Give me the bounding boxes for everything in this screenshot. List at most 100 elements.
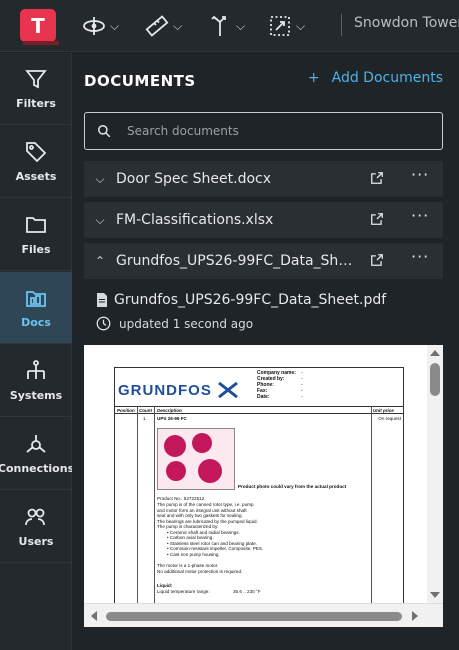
transform-icon bbox=[211, 15, 226, 36]
pump-photo bbox=[157, 428, 235, 490]
attached-file[interactable]: Grundfos_UPS26-99FC_Data_Sheet.pdf bbox=[96, 292, 386, 308]
more-options-icon[interactable]: ··· bbox=[411, 206, 429, 225]
sidebar-item-assets[interactable]: Assets bbox=[0, 126, 72, 198]
project-name[interactable]: Snowdon Towers bbox=[354, 15, 459, 31]
feature-bullet: Stainless steel rotor can and bearing pl… bbox=[169, 540, 257, 546]
header-count: Count bbox=[139, 408, 152, 413]
plus-icon: + bbox=[307, 70, 320, 86]
document-row[interactable]: ⌵ FM-Classifications.xlsx ··· bbox=[84, 202, 443, 238]
header-description: Description bbox=[157, 408, 182, 413]
updated-status: updated 1 second ago bbox=[96, 316, 253, 331]
clock-icon bbox=[96, 316, 111, 331]
chevron-down-icon[interactable]: ⌵ bbox=[86, 172, 114, 187]
document-row-expanded[interactable]: ⌃ Grundfos_UPS26-99FC_Data_Sheet.pdf ··· bbox=[84, 243, 443, 279]
scroll-up-icon[interactable] bbox=[427, 347, 443, 359]
open-external-icon[interactable] bbox=[370, 253, 384, 267]
add-documents-label: Add Documents bbox=[331, 70, 443, 86]
table-divider bbox=[371, 406, 372, 627]
sidebar-item-label: Systems bbox=[9, 389, 63, 402]
sidebar: Filters Assets Files Docs Systems Connec… bbox=[0, 53, 75, 650]
toolbar-divider bbox=[341, 14, 342, 36]
document-row[interactable]: ⌵ Door Spec Sheet.docx ··· bbox=[84, 161, 443, 197]
scroll-right-icon[interactable] bbox=[409, 608, 421, 624]
search-icon bbox=[98, 125, 111, 138]
sidebar-item-filters[interactable]: Filters bbox=[0, 53, 72, 125]
sidebar-item-users[interactable]: Users bbox=[0, 491, 72, 563]
add-documents-button[interactable]: + Add Documents bbox=[308, 70, 443, 86]
connections-icon bbox=[26, 435, 46, 453]
panel-title: DOCUMENTS bbox=[84, 72, 196, 90]
section-box-tool[interactable]: ⌵ bbox=[268, 14, 305, 38]
tag-icon bbox=[26, 142, 47, 163]
users-icon bbox=[25, 508, 45, 526]
vertical-scroll-thumb[interactable] bbox=[430, 363, 440, 396]
sidebar-item-label: Assets bbox=[15, 170, 57, 183]
app-logo-letter: T bbox=[31, 13, 45, 38]
sidebar-item-label: Users bbox=[18, 535, 54, 548]
liquid-range-value: 35.6 .. 230 °F bbox=[233, 588, 261, 594]
vertical-scrollbar[interactable] bbox=[427, 345, 443, 603]
scroll-down-icon[interactable] bbox=[427, 589, 443, 601]
chevron-down-icon: ⌵ bbox=[296, 18, 306, 33]
sidebar-item-systems[interactable]: Systems bbox=[0, 345, 72, 417]
sidebar-item-files[interactable]: Files bbox=[0, 199, 72, 271]
measure-tool[interactable]: ⌵ bbox=[145, 14, 182, 38]
sidebar-item-label: Filters bbox=[16, 97, 56, 110]
app-logo[interactable]: T bbox=[20, 9, 59, 45]
chevron-down-icon[interactable]: ⌵ bbox=[86, 213, 114, 228]
open-external-icon[interactable] bbox=[370, 171, 384, 185]
section-box-icon bbox=[270, 16, 290, 36]
scroll-left-icon[interactable] bbox=[88, 608, 100, 624]
chevron-up-icon[interactable]: ⌃ bbox=[86, 254, 114, 268]
photo-note: Product photo could vary from the actual… bbox=[238, 484, 347, 489]
horizontal-scroll-thumb[interactable] bbox=[106, 612, 402, 621]
more-options-icon[interactable]: ··· bbox=[411, 247, 429, 266]
orbit-tool[interactable]: ⌵ bbox=[82, 14, 119, 38]
feature-bullet: Carbon axial bearing. bbox=[169, 535, 214, 540]
filter-icon bbox=[25, 70, 47, 89]
feature-bullet: Cast iron pump housing. bbox=[169, 551, 220, 557]
pdf-preview[interactable]: GRUNDFOS Company name: Created by: Phone… bbox=[84, 345, 443, 627]
documents-panel: DOCUMENTS + Add Documents ⌵ Door Spec Sh… bbox=[72, 53, 459, 650]
item-count: 1 bbox=[143, 416, 146, 421]
document-name: FM-Classifications.xlsx bbox=[116, 212, 274, 228]
sidebar-item-label: Files bbox=[21, 243, 51, 256]
motor-line: No additional motor protection is requir… bbox=[157, 568, 243, 574]
chevron-down-icon: ⌵ bbox=[236, 18, 246, 33]
product-name: UPS 26-99 FC bbox=[157, 416, 187, 421]
feature-bullet: Ceramic shaft and radial bearings. bbox=[169, 529, 240, 535]
folder-icon bbox=[26, 217, 46, 233]
grundfos-x-icon bbox=[218, 381, 238, 399]
chevron-down-icon: ⌵ bbox=[173, 18, 183, 33]
orbit-icon bbox=[83, 17, 105, 35]
docs-icon bbox=[26, 291, 46, 307]
more-options-icon[interactable]: ··· bbox=[411, 165, 429, 184]
feature-bullet: Corrosion-resistant impeller, Composite,… bbox=[169, 546, 264, 551]
horizontal-scrollbar[interactable] bbox=[84, 603, 443, 627]
chevron-down-icon: ⌵ bbox=[110, 18, 120, 33]
transform-tool[interactable]: ⌵ bbox=[208, 14, 245, 38]
header-position: Position bbox=[117, 408, 135, 413]
updated-text: updated 1 second ago bbox=[119, 316, 254, 331]
open-external-icon[interactable] bbox=[370, 212, 384, 226]
search-input[interactable] bbox=[127, 124, 407, 138]
document-name: Door Spec Sheet.docx bbox=[116, 171, 272, 187]
document-name: Grundfos_UPS26-99FC_Data_Sheet.pdf bbox=[116, 253, 356, 269]
file-name: Grundfos_UPS26-99FC_Data_Sheet.pdf bbox=[114, 292, 387, 308]
brand-text: GRUNDFOS bbox=[118, 382, 212, 399]
table-divider bbox=[137, 406, 138, 627]
product-number: Product No.: 52722512 bbox=[157, 496, 205, 501]
company-label: Date: bbox=[257, 394, 270, 400]
company-info: Company name: Created by: Phone: Fax: Da… bbox=[257, 370, 303, 400]
unit-price: On request bbox=[378, 416, 401, 421]
company-value: - bbox=[301, 394, 303, 400]
systems-icon bbox=[27, 360, 45, 379]
sidebar-item-connections[interactable]: Connections bbox=[0, 418, 75, 490]
grundfos-logo: GRUNDFOS bbox=[118, 381, 239, 399]
header-unit-price: Unit price bbox=[373, 408, 394, 413]
sidebar-item-label: Connections bbox=[0, 462, 75, 475]
pdf-page: GRUNDFOS Company name: Created by: Phone… bbox=[114, 367, 404, 627]
sidebar-item-docs[interactable]: Docs bbox=[0, 272, 72, 344]
measure-icon bbox=[145, 15, 169, 37]
search-box[interactable] bbox=[84, 112, 443, 150]
